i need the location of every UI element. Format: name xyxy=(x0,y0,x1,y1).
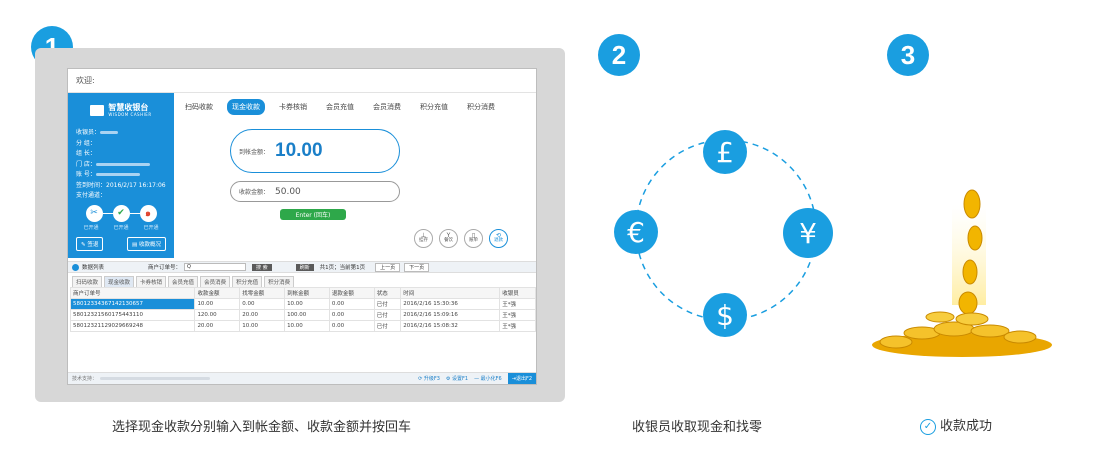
euro-icon: € xyxy=(614,210,658,254)
col-cashier: 收银员 xyxy=(499,287,536,299)
tab-coupon[interactable]: 卡券核销 xyxy=(274,99,312,115)
step-2-caption: 收银员收取现金和找零 xyxy=(632,420,763,435)
refresh-button[interactable]: 刷新 xyxy=(295,263,314,271)
logo-subtitle: WISDOM CASHIER xyxy=(108,111,152,117)
sign-out-button[interactable]: ✎ 签退 xyxy=(76,236,104,251)
check-circle-icon: ✓ xyxy=(920,418,936,435)
order-search-input[interactable]: Q xyxy=(184,263,247,271)
received-field[interactable]: 收款金额： 50.00 xyxy=(230,181,400,202)
sidebar: 智慧收银台 WISDOM CASHIER 收银员： 分 组： 组 长： 门 店：… xyxy=(68,93,174,258)
dollar-icon: $ xyxy=(703,293,747,337)
cashier-screen: 欢迎: 智慧收银台 WISDOM CASHIER 收银员： 分 组： 组 长： … xyxy=(67,68,537,385)
info-signin-time: 签到时间：2016/2/17 16:17:06 xyxy=(76,181,166,189)
yuan-icon: ¥ xyxy=(783,208,833,258)
amount-label: 到帐金额： xyxy=(239,148,270,156)
step-1-caption: 选择现金收款分别输入到帐金额、收款金额并按回车 xyxy=(112,420,412,435)
info-cashier: 收银员： xyxy=(76,127,166,138)
pound-icon: £ xyxy=(703,130,747,174)
search-button[interactable]: 搜 索 xyxy=(252,263,272,271)
bill-button[interactable]: ▯ 账单 xyxy=(464,229,483,248)
welcome-bar: 欢迎: xyxy=(68,69,536,93)
col-amount: 到帐金额 xyxy=(284,287,330,299)
amount-value: 10.00 xyxy=(275,140,323,161)
tab-member-recharge[interactable]: 会员充值 xyxy=(321,99,359,115)
list-icon xyxy=(72,263,79,271)
scan-pay-icon: ✂ xyxy=(85,204,103,222)
col-time: 时间 xyxy=(400,287,501,299)
logo-title: 智慧收银台 xyxy=(108,102,149,112)
col-change: 找零金额 xyxy=(239,287,286,299)
enter-button[interactable]: Enter (回车) xyxy=(280,209,346,220)
tab-scan-pay[interactable]: 扫码收款 xyxy=(180,99,218,115)
step-3-caption-text: 收款成功 xyxy=(940,419,993,434)
prev-page-button[interactable]: 上一页 xyxy=(375,262,401,272)
info-leader: 组 长： xyxy=(76,150,96,157)
tab-cash-pay[interactable]: 现金收款 xyxy=(227,99,265,115)
step-3-badge: 3 xyxy=(887,34,929,76)
refund-button[interactable]: ⟲ 退款 xyxy=(489,229,508,248)
tool-buttons: ⊥ 挂存 Y 餐饮 ▯ 账单 ⟲ 退款 xyxy=(414,229,508,248)
info-group: 分 组： xyxy=(76,139,96,147)
list-toolbar: 数据列表 商户订单号： Q 搜 索 刷新 共1页；当前第1页 上一页 下一页 xyxy=(68,261,536,273)
status-bar: 技术支持： ⟳ 升级F3 ⚙ 设置F1 — 最小化F6 ⇥ 退出F2 xyxy=(68,372,536,384)
col-order-no: 商户订单号 xyxy=(69,287,196,299)
mode-tabs: 扫码收款 现金收款 卡券核销 会员充值 会员消费 积分充值 积分消费 xyxy=(180,99,500,115)
minimize-button[interactable]: — 最小化F6 xyxy=(474,375,502,382)
table-row[interactable]: 58012321560175443110 120.00 20.00 100.00 0.0… xyxy=(69,309,536,321)
settings-button[interactable]: ⚙ 设置F1 xyxy=(446,375,468,382)
tab-member-spend[interactable]: 会员消费 xyxy=(368,99,406,115)
logo: 智慧收银台 WISDOM CASHIER xyxy=(76,99,166,121)
amount-field[interactable]: 到帐金额： 10.00 xyxy=(230,129,400,173)
info-store: 门 店： xyxy=(76,159,166,170)
col-status: 状态 xyxy=(373,287,402,299)
pay-status-labels: 已开通 已开通 已开通 xyxy=(83,224,159,231)
gold-coins-image xyxy=(872,189,1052,357)
received-value: 50.00 xyxy=(275,186,301,197)
tab-points-recharge[interactable]: 积分充值 xyxy=(415,99,453,115)
info-pay-channel: 支付通道： xyxy=(76,192,107,199)
overview-button[interactable]: ▤ 收款概况 xyxy=(127,236,166,251)
tab-points-spend[interactable]: 积分消费 xyxy=(462,99,500,115)
wechat-pay-icon: ✔ xyxy=(112,204,130,222)
step-3-caption: ✓ 收款成功 xyxy=(920,415,992,435)
orders-table: 商户订单号 收款金额 找零金额 到帐金额 退款金额 状态 时间 收银员 5801… xyxy=(69,287,536,332)
bestpay-icon: ๑ xyxy=(139,204,157,222)
upgrade-button[interactable]: ⟳ 升级F3 xyxy=(418,375,440,382)
table-row[interactable]: 58012321129029669248 20.00 10.00 10.00 0.00 已… xyxy=(69,320,536,332)
list-title: 数据列表 xyxy=(82,265,105,271)
order-label: 商户订单号： xyxy=(148,265,182,271)
info-account: 账 号： xyxy=(76,169,166,180)
col-received: 收款金额 xyxy=(194,287,241,299)
page-info: 共1页；当前第1页 xyxy=(319,265,366,271)
table-row[interactable]: 580123343671421306​57 10.00 0.00 10.00 0.00 已… xyxy=(69,298,536,310)
welcome-text: 欢迎: xyxy=(76,76,95,85)
register-icon xyxy=(90,104,105,116)
tech-support-label: 技术支持： xyxy=(72,376,98,382)
received-label: 收款金额： xyxy=(239,189,270,196)
hold-button[interactable]: ⊥ 挂存 xyxy=(414,229,433,248)
exit-button[interactable]: ⇥ 退出F2 xyxy=(507,373,536,384)
table-header-row: 商户订单号 收款金额 找零金额 到帐金额 退款金额 状态 时间 收银员 xyxy=(69,287,536,299)
next-page-button[interactable]: 下一页 xyxy=(404,262,430,272)
pay-channels: ✂ ✔ ๑ xyxy=(76,204,166,222)
step-2-badge: 2 xyxy=(598,34,640,76)
col-refund: 退款金额 xyxy=(328,287,375,299)
dining-button[interactable]: Y 餐饮 xyxy=(439,229,458,248)
